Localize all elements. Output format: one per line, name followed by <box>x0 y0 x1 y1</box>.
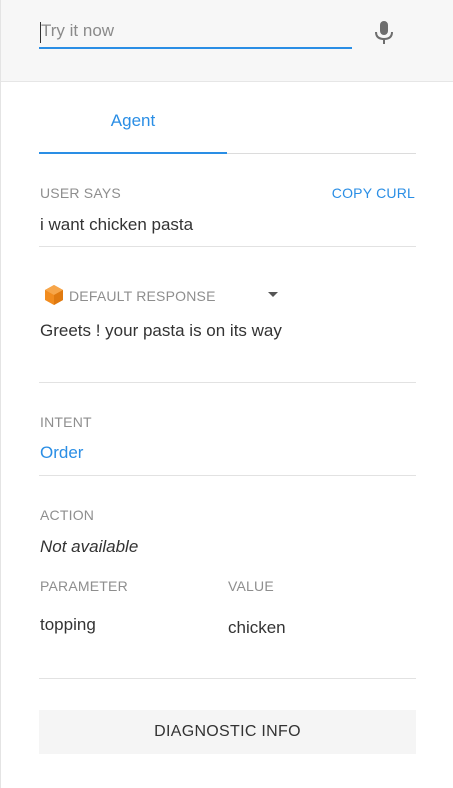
action-label: ACTION <box>40 507 95 523</box>
microphone-icon[interactable] <box>372 19 396 47</box>
intent-link[interactable]: Order <box>40 443 83 463</box>
divider <box>39 475 416 476</box>
intent-label: INTENT <box>40 414 92 430</box>
divider <box>39 678 416 679</box>
parameter-column-header: PARAMETER <box>40 578 128 594</box>
parameter-name: topping <box>40 615 96 634</box>
copy-curl-link[interactable]: COPY CURL <box>332 185 415 201</box>
try-it-bar <box>1 0 453 82</box>
value-column-header: VALUE <box>228 578 274 594</box>
test-console-panel: Agent USER SAYS COPY CURL i want chicken… <box>0 0 453 788</box>
divider <box>39 246 416 247</box>
response-text: Greets ! your pasta is on its way <box>40 321 282 340</box>
tab-bar: Agent <box>39 100 416 154</box>
caret-down-icon[interactable] <box>268 292 278 297</box>
dialogflow-cube-icon <box>44 284 64 306</box>
default-response-label: DEFAULT RESPONSE <box>69 288 216 304</box>
tab-agent[interactable]: Agent <box>39 100 227 154</box>
diagnostic-info-button[interactable]: DIAGNOSTIC INFO <box>39 710 416 754</box>
divider <box>39 382 416 383</box>
user-says-text: i want chicken pasta <box>40 215 194 234</box>
text-cursor <box>40 22 41 43</box>
action-value: Not available <box>40 537 139 556</box>
parameter-value: chicken <box>228 618 286 637</box>
user-says-label: USER SAYS <box>40 185 121 201</box>
try-it-input[interactable] <box>39 19 352 49</box>
